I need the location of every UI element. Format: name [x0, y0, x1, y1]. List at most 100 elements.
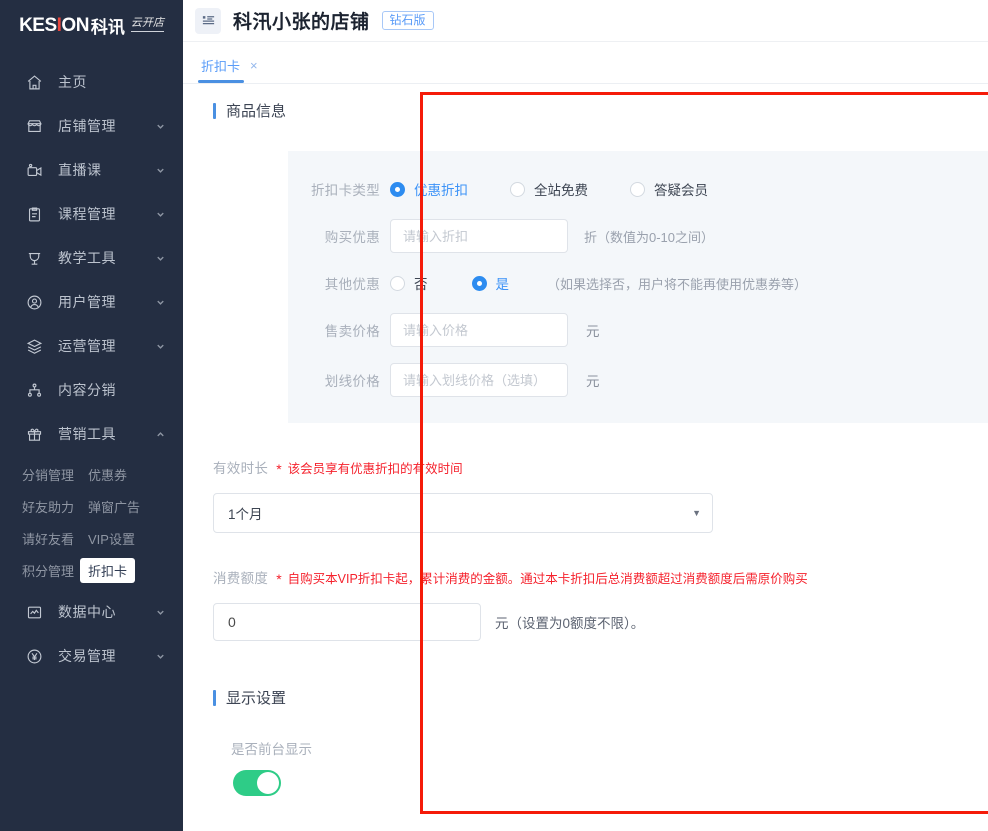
sidebar-item-label: 直播课	[58, 160, 151, 180]
radio-option-no[interactable]: 否	[390, 273, 428, 293]
field-label: 划线价格	[288, 370, 380, 390]
sidebar-item-users[interactable]: 用户管理	[0, 280, 183, 324]
brand-logo-sub: 云开店	[131, 14, 164, 32]
sidebar-item-content-distribution[interactable]: 内容分销	[0, 368, 183, 412]
sidebar-item-label: 营销工具	[58, 424, 151, 444]
sidebar-item-operations[interactable]: 运营管理	[0, 324, 183, 368]
sale-price-input[interactable]	[390, 313, 568, 347]
radio-option-yes[interactable]: 是	[472, 273, 510, 293]
brand-logo: KESION 科讯 云开店	[0, 0, 183, 46]
chevron-down-icon[interactable]	[151, 253, 169, 264]
submenu-row: 请好友看 VIP设置	[0, 522, 183, 554]
tools-icon	[24, 248, 44, 268]
submenu-item-coupon[interactable]: 优惠券	[88, 465, 127, 484]
radio-label: 全站免费	[534, 179, 588, 199]
sidebar-item-data-center[interactable]: 数据中心	[0, 590, 183, 634]
radio-option-discount[interactable]: 优惠折扣	[390, 179, 468, 199]
duration-description: 该会员享有优惠折扣的有效时间	[288, 458, 463, 477]
submenu-item-vip-settings[interactable]: VIP设置	[88, 529, 135, 548]
clipboard-icon	[24, 204, 44, 224]
sidebar-item-label: 课程管理	[58, 204, 151, 224]
sidebar-item-label: 运营管理	[58, 336, 151, 356]
radio-label: 否	[414, 273, 428, 293]
app-root: KESION 科讯 云开店 主页 店铺管理	[0, 0, 988, 831]
radio-icon	[390, 276, 405, 291]
section-accent-bar	[213, 690, 216, 706]
radio-option-qa-member[interactable]: 答疑会员	[630, 179, 708, 199]
close-icon[interactable]: ×	[250, 58, 258, 73]
home-icon	[24, 72, 44, 92]
submenu-item-points[interactable]: 积分管理	[22, 561, 88, 580]
sidebar-item-marketing-tools[interactable]: 营销工具	[0, 412, 183, 456]
sidebar-item-label: 教学工具	[58, 248, 151, 268]
submenu-row: 分销管理 优惠券	[0, 458, 183, 490]
sidebar-item-course[interactable]: 课程管理	[0, 192, 183, 236]
duration-select[interactable]: 1个月	[213, 493, 713, 533]
quota-input-row: 元（设置为0额度不限）。	[213, 603, 988, 641]
sidebar-item-label: 用户管理	[58, 292, 151, 312]
section-accent-bar	[213, 103, 216, 119]
field-label: 购买优惠	[288, 226, 380, 246]
duration-select-wrapper: 1个月 ▼	[213, 493, 713, 533]
tab-discount-card[interactable]: 折扣卡 ×	[195, 47, 264, 83]
frontend-display-toggle[interactable]	[233, 770, 281, 796]
chevron-down-icon[interactable]	[151, 651, 169, 662]
top-header: 科汛小张的店铺 钻石版	[183, 0, 988, 42]
tab-bar: 折扣卡 ×	[183, 42, 988, 84]
content-panel: 商品信息 折扣卡类型 优惠折扣 全站免费 答疑会员	[183, 84, 988, 831]
chevron-down-icon[interactable]	[151, 341, 169, 352]
main-area: 科汛小张的店铺 钻石版 折扣卡 × 商品信息 折扣卡类型 优	[183, 0, 988, 831]
page-title: 科汛小张的店铺	[233, 7, 370, 34]
field-label: 售卖价格	[288, 320, 380, 340]
chevron-down-icon[interactable]	[151, 607, 169, 618]
sidebar-item-live[interactable]: 直播课	[0, 148, 183, 192]
sidebar-item-store[interactable]: 店铺管理	[0, 104, 183, 148]
field-strike-price: 划线价格 元	[288, 363, 988, 397]
radio-option-free-site[interactable]: 全站免费	[510, 179, 588, 199]
sidebar-item-transactions[interactable]: 交易管理	[0, 634, 183, 678]
radio-icon	[472, 276, 487, 291]
field-sale-price: 售卖价格 元	[288, 313, 988, 347]
submenu-item-friend-help[interactable]: 好友助力	[22, 497, 88, 516]
field-label: 其他优惠	[288, 273, 380, 293]
share-icon	[24, 380, 44, 400]
radio-label: 优惠折扣	[414, 179, 468, 199]
field-label: 有效时长	[213, 457, 268, 477]
radio-label: 答疑会员	[654, 179, 708, 199]
sale-price-unit: 元	[586, 320, 600, 340]
display-settings-heading: 显示设置	[213, 671, 988, 708]
toggle-knob	[257, 772, 279, 794]
chevron-down-icon[interactable]	[151, 209, 169, 220]
brand-logo-text: KESION	[19, 16, 89, 35]
chevron-down-icon[interactable]	[151, 121, 169, 132]
submenu-item-invite-friend[interactable]: 请好友看	[22, 529, 88, 548]
sidebar-item-label: 店铺管理	[58, 116, 151, 136]
menu-list-icon[interactable]	[195, 8, 221, 34]
submenu-row: 好友助力 弹窗广告	[0, 490, 183, 522]
strike-price-input[interactable]	[390, 363, 568, 397]
section-heading-text: 商品信息	[226, 100, 286, 121]
product-info-panel: 折扣卡类型 优惠折扣 全站免费 答疑会员	[288, 151, 988, 423]
field-quota: 消费额度 * 自购买本VIP折扣卡起，累计消费的金额。通过本卡折扣后总消费额超过…	[213, 567, 988, 641]
sidebar: KESION 科讯 云开店 主页 店铺管理	[0, 0, 183, 831]
chevron-up-icon[interactable]	[151, 429, 169, 440]
submenu-item-distribution[interactable]: 分销管理	[22, 465, 88, 484]
sidebar-item-label: 主页	[58, 72, 183, 92]
chevron-down-icon[interactable]	[151, 297, 169, 308]
tab-label: 折扣卡	[201, 56, 240, 75]
quota-description: 自购买本VIP折扣卡起，累计消费的金额。通过本卡折扣后总消费额超过消费额度后需原…	[288, 568, 808, 587]
submenu-item-popup-ad[interactable]: 弹窗广告	[88, 497, 140, 516]
quota-input[interactable]	[213, 603, 481, 641]
duration-label-row: 有效时长 * 该会员享有优惠折扣的有效时间	[213, 457, 988, 477]
sidebar-item-teaching-tools[interactable]: 教学工具	[0, 236, 183, 280]
submenu-item-discount-card[interactable]: 折扣卡	[80, 558, 135, 583]
other-discount-hint: （如果选择否，用户将不能再使用优惠券等）	[547, 274, 807, 293]
buy-discount-input[interactable]	[390, 219, 568, 253]
marketing-submenu: 分销管理 优惠券 好友助力 弹窗广告 请好友看 VIP设置 积分管理 折扣卡	[0, 456, 183, 590]
store-icon	[24, 116, 44, 136]
chevron-down-icon[interactable]	[151, 165, 169, 176]
field-buy-discount: 购买优惠 折（数值为0-10之间）	[288, 219, 988, 253]
buy-discount-hint: 折（数值为0-10之间）	[584, 227, 714, 246]
submenu-row: 积分管理 折扣卡	[0, 554, 183, 586]
sidebar-item-home[interactable]: 主页	[0, 60, 183, 104]
